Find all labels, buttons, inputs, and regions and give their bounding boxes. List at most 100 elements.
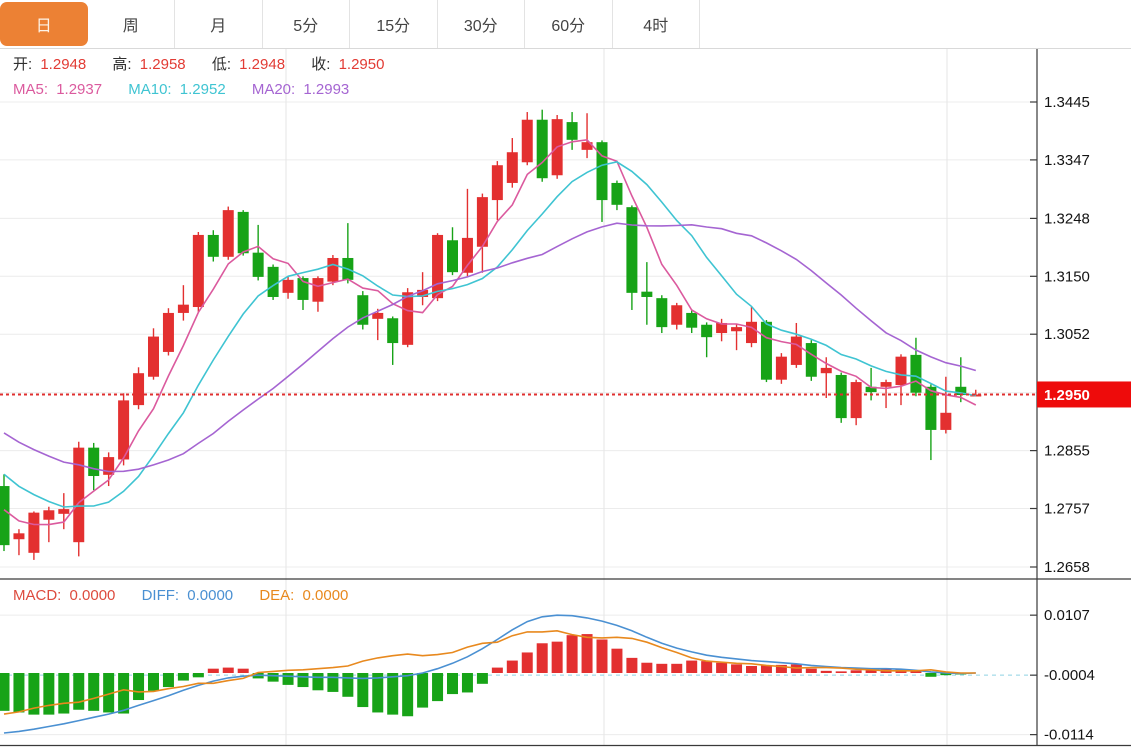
timeframe-tab-7[interactable]: 4时	[613, 0, 701, 48]
macd-bar	[582, 634, 593, 673]
price-tick-label: 1.3150	[1044, 268, 1090, 285]
macd-info-row: MACD: 0.0000 DIFF: 0.0000 DEA: 0.0000	[13, 587, 352, 604]
timeframe-tab-2[interactable]: 月	[175, 0, 263, 48]
macd-bar	[387, 673, 398, 715]
macd-bar	[537, 643, 548, 673]
timeframe-tab-3[interactable]: 5分	[263, 0, 351, 48]
kline-app: { "tabs": { "items": [ {"label":"日","sel…	[0, 0, 1131, 751]
macd-bar	[163, 673, 174, 687]
candle-body	[148, 337, 159, 377]
candle-body	[746, 322, 757, 343]
price-tick-label: 1.3052	[1044, 326, 1090, 343]
macd-bar	[268, 673, 279, 682]
macd-bar	[193, 673, 204, 677]
candle-body	[372, 313, 383, 319]
macd-bar	[641, 663, 652, 673]
candle-body	[522, 120, 533, 163]
candle-body	[851, 382, 862, 418]
candle-body	[43, 510, 54, 519]
ma-info-row: MA5: 1.2937 MA10: 1.2952 MA20: 1.2993	[13, 81, 353, 98]
candle-body	[656, 298, 667, 327]
open-label: 开:	[13, 56, 32, 73]
candle-body	[208, 235, 219, 257]
macd-bar	[43, 673, 54, 715]
macd-bar	[118, 673, 129, 714]
dea-label: DEA:	[259, 587, 294, 604]
diff-label: DIFF:	[142, 587, 180, 604]
candle-body	[0, 486, 10, 545]
ma10-label: MA10:	[128, 81, 171, 98]
macd-bar	[477, 673, 488, 684]
price-chart-canvas[interactable]: 1.34451.33471.32481.31501.30521.28551.27…	[0, 0, 1131, 751]
candle-body	[492, 165, 503, 200]
ma5-line	[4, 140, 976, 525]
macd-bar	[701, 661, 712, 673]
diff-value: 0.0000	[187, 587, 233, 604]
macd-bar	[298, 673, 309, 687]
macd-bar	[13, 673, 24, 712]
macd-bar	[447, 673, 458, 694]
price-tick-label: 1.2855	[1044, 443, 1090, 460]
price-axis-labels: 1.34451.33471.32481.31501.30521.28551.27…	[1030, 94, 1095, 744]
candle-body	[178, 305, 189, 313]
macd-value: 0.0000	[70, 587, 116, 604]
macd-bar	[372, 673, 383, 712]
candle-body	[462, 238, 473, 273]
macd-bar	[851, 670, 862, 673]
candle-body	[537, 120, 548, 178]
macd-bar	[73, 673, 84, 710]
price-tick-label: 1.3347	[1044, 152, 1090, 169]
candle-body	[910, 355, 921, 393]
candle-body	[641, 292, 652, 297]
candle-body	[821, 368, 832, 373]
macd-bar	[671, 664, 682, 673]
price-tick-label: 1.3248	[1044, 210, 1090, 227]
macd-bar	[148, 673, 159, 691]
macd-tick-label: 0.0107	[1044, 607, 1090, 624]
timeframe-tab-4[interactable]: 15分	[350, 0, 438, 48]
macd-bar	[716, 663, 727, 673]
candle-body	[686, 313, 697, 328]
macd-bar	[312, 673, 323, 690]
macd-bar	[223, 668, 234, 673]
timeframe-tab-5[interactable]: 30分	[438, 0, 526, 48]
macd-bar	[746, 666, 757, 673]
dea-value: 0.0000	[303, 587, 349, 604]
candle-body	[283, 280, 294, 293]
high-value: 1.2958	[140, 56, 186, 73]
macd-bar	[806, 669, 817, 673]
candle-body	[731, 327, 742, 331]
macd-bar	[597, 639, 608, 673]
candle-body	[806, 343, 817, 377]
macd-bar	[761, 665, 772, 673]
candle-body	[238, 212, 249, 253]
macd-bar	[731, 664, 742, 673]
macd-bar	[522, 652, 533, 673]
price-tick-label: 1.3445	[1044, 94, 1090, 111]
macd-bar	[910, 671, 921, 673]
candle-body	[402, 292, 413, 345]
macd-bar	[462, 673, 473, 692]
candle-body	[776, 357, 787, 380]
timeframe-tab-0[interactable]: 日	[0, 2, 88, 46]
ma5-label: MA5:	[13, 81, 48, 98]
ma10-value: 1.2952	[180, 81, 226, 98]
macd-bar	[178, 673, 189, 681]
macd-bar	[417, 673, 428, 708]
macd-bar	[656, 664, 667, 673]
ma20-value: 1.2993	[303, 81, 349, 98]
candle-body	[791, 337, 802, 365]
candle-body	[432, 235, 443, 298]
timeframe-tabbar: 日周月5分15分30分60分4时	[0, 0, 1131, 49]
candle-body	[925, 387, 936, 430]
macd-bar	[402, 673, 413, 716]
candle-body	[836, 375, 847, 418]
macd-bar	[821, 671, 832, 673]
candles-group	[0, 110, 981, 560]
candle-body	[896, 357, 907, 385]
macd-bar	[836, 671, 847, 673]
candle-body	[193, 235, 204, 307]
timeframe-tab-6[interactable]: 60分	[525, 0, 613, 48]
current-price-badge-text: 1.2950	[1044, 387, 1090, 404]
timeframe-tab-1[interactable]: 周	[88, 0, 176, 48]
